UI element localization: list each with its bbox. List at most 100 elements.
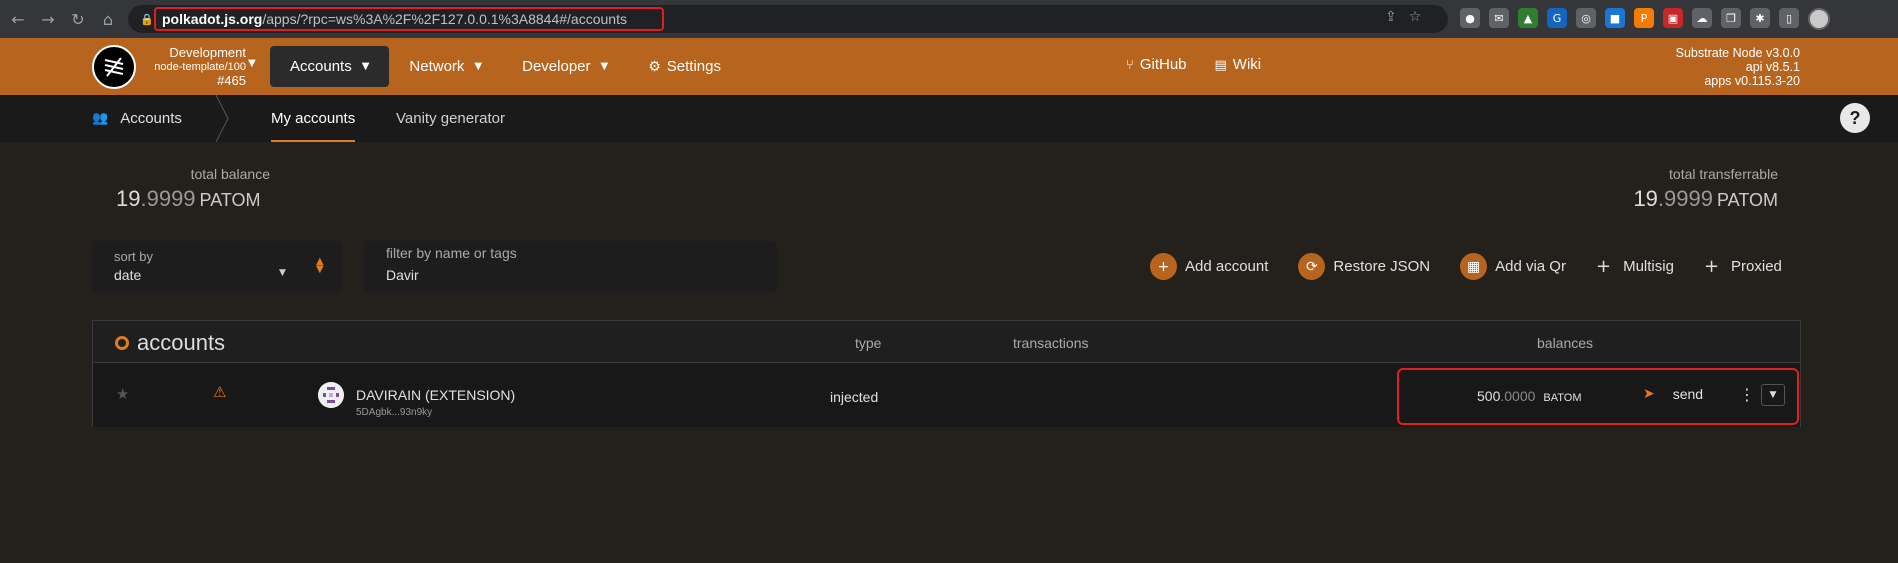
account-type: injected <box>830 389 879 405</box>
extensions-bar: ● ✉ ▲ G ◎ ■ P ▣ ☁ ❐ ✱ ▯ <box>1460 8 1830 30</box>
menu-label: Settings <box>666 58 721 75</box>
chevron-down-icon: ▼ <box>361 61 370 72</box>
column-balances: balances <box>1537 335 1594 351</box>
chevron-down-icon[interactable]: ▼ <box>279 268 286 278</box>
spy-extension-icon[interactable]: ◎ <box>1576 8 1596 28</box>
lock-icon[interactable]: 🔒 <box>140 13 154 26</box>
main-menu: Accounts ▼ Network ▼ Developer ▼ ⚙ Settings <box>270 46 741 87</box>
profile-avatar[interactable] <box>1808 8 1830 30</box>
filter-input[interactable]: filter by name or tags Davir <box>364 241 777 293</box>
menu-label: Network <box>409 58 465 75</box>
users-icon: 👥 <box>92 111 109 126</box>
bookmark-star-icon[interactable]: ☆ <box>1409 9 1422 25</box>
expand-row-button[interactable]: ▼ <box>1761 384 1785 406</box>
total-transferrable-value: 19.9999 PATOM <box>1620 186 1778 212</box>
table-title: accounts <box>115 330 225 356</box>
accounts-dot-icon <box>115 336 129 350</box>
multisig-button[interactable]: + Multisig <box>1596 256 1674 277</box>
plus-icon: + <box>1150 253 1177 280</box>
star-icon[interactable]: ★ <box>116 385 129 403</box>
restore-json-button[interactable]: ⟳ Restore JSON <box>1298 253 1430 280</box>
add-account-button[interactable]: + Add account <box>1150 253 1268 280</box>
gear-icon: ⚙ <box>648 58 661 75</box>
balance-unit: BATOM <box>1543 392 1582 404</box>
filter-value: Davir <box>386 267 419 283</box>
copy-extension-icon[interactable]: ❐ <box>1721 8 1741 28</box>
api-version: api v8.5.1 <box>1745 60 1800 74</box>
balance-decimals: .9999 <box>140 186 196 211</box>
account-balance: 500.0000 BATOM <box>1477 388 1582 404</box>
account-actions: + Add account ⟳ Restore JSON ▦ Add via Qr +… <box>1150 253 1812 280</box>
identicon-avatar[interactable] <box>318 382 344 408</box>
warning-icon: ⚠ <box>213 383 227 401</box>
menu-network[interactable]: Network ▼ <box>389 46 502 87</box>
action-label: Proxied <box>1731 258 1782 275</box>
transferrable-int: 19 <box>1633 186 1658 211</box>
cloud-extension-icon[interactable]: ☁ <box>1692 8 1712 28</box>
menu-label: Developer <box>522 58 591 75</box>
url-host: polkadot.js.org <box>162 11 263 27</box>
chevron-down-icon: ▼ <box>600 61 609 72</box>
wiki-link[interactable]: ▤ Wiki <box>1215 56 1262 73</box>
action-label: Multisig <box>1623 258 1674 275</box>
pdf-extension-icon[interactable]: ▣ <box>1663 8 1683 28</box>
account-address[interactable]: 5DAgbk...93n9ky <box>356 407 432 418</box>
mail-extension-icon[interactable]: ✉ <box>1489 8 1509 28</box>
sort-value: date <box>114 267 142 283</box>
github-link[interactable]: ⑂ GitHub <box>1126 56 1187 73</box>
balance-int: 19 <box>116 186 141 211</box>
back-icon[interactable]: ← <box>6 7 30 31</box>
node-version: Substrate Node v3.0.0 <box>1675 46 1800 60</box>
chain-name: Development <box>169 45 246 60</box>
column-transactions: transactions <box>1013 335 1089 351</box>
send-button[interactable]: ➤ send <box>1643 386 1703 402</box>
url-text[interactable]: polkadot.js.org/apps/?rpc=ws%3A%2F%2F127… <box>154 7 664 31</box>
proxied-button[interactable]: + Proxied <box>1704 256 1782 277</box>
url-actions: ⇪ ☆ <box>1385 9 1421 25</box>
tab-label: Vanity generator <box>396 110 505 127</box>
sidebar-icon[interactable]: ▯ <box>1779 8 1799 28</box>
total-transferrable: total transferrable 19.9999 PATOM <box>1620 166 1778 212</box>
polkadot-extension-icon[interactable]: P <box>1634 8 1654 28</box>
chevron-down-icon[interactable]: ▼ <box>248 58 256 69</box>
forward-icon[interactable]: → <box>36 7 60 31</box>
share-icon[interactable]: ⇪ <box>1385 9 1397 25</box>
reload-icon[interactable]: ↻ <box>66 7 90 31</box>
tab-vanity-generator[interactable]: Vanity generator <box>396 95 505 142</box>
balance-int: 500 <box>1477 388 1501 404</box>
menu-settings[interactable]: ⚙ Settings <box>628 46 741 87</box>
substrate-logo-icon[interactable] <box>92 45 136 89</box>
puzzle-extensions-icon[interactable]: ✱ <box>1750 8 1770 28</box>
menu-label: Accounts <box>290 58 352 75</box>
chain-runtime: node-template/100 <box>154 61 246 73</box>
menu-accounts[interactable]: Accounts ▼ <box>270 46 390 87</box>
video-extension-icon[interactable]: ■ <box>1605 8 1625 28</box>
drive-extension-icon[interactable]: ▲ <box>1518 8 1538 28</box>
paper-plane-icon: ➤ <box>1643 386 1655 402</box>
menu-developer[interactable]: Developer ▼ <box>502 46 628 87</box>
more-options-icon[interactable]: ⋮ <box>1739 385 1755 404</box>
chain-selector[interactable]: Development node-template/100 #465 <box>146 46 246 88</box>
sort-direction-icon[interactable]: ▲ ▼ <box>316 257 324 275</box>
home-icon[interactable]: ⌂ <box>96 7 120 31</box>
github-label: GitHub <box>1139 56 1187 73</box>
total-balance-label: total balance <box>190 166 270 182</box>
qrcode-icon: ▦ <box>1460 253 1488 280</box>
filter-label: filter by name or tags <box>386 245 517 261</box>
plus-icon: + <box>1703 256 1720 277</box>
extension-icon[interactable]: ● <box>1460 8 1480 28</box>
sort-dropdown[interactable]: sort by date <box>92 241 342 293</box>
account-name[interactable]: DAVIRAIN (EXTENSION) <box>356 387 515 403</box>
external-links: ⑂ GitHub ▤ Wiki <box>1126 56 1261 73</box>
section-label: Accounts <box>120 110 182 127</box>
tab-my-accounts[interactable]: My accounts <box>271 95 356 142</box>
chevron-separator-icon <box>216 95 229 142</box>
branch-icon: ⑂ <box>1126 58 1134 73</box>
total-transferrable-label: total transferrable <box>1669 166 1778 182</box>
column-type: type <box>855 335 882 351</box>
add-via-qr-button[interactable]: ▦ Add via Qr <box>1460 253 1566 280</box>
transferrable-decimals: .9999 <box>1657 186 1713 211</box>
help-button[interactable]: ? <box>1840 103 1870 133</box>
translate-extension-icon[interactable]: G <box>1547 8 1567 28</box>
table-header: accounts type transactions balances <box>93 321 1800 363</box>
